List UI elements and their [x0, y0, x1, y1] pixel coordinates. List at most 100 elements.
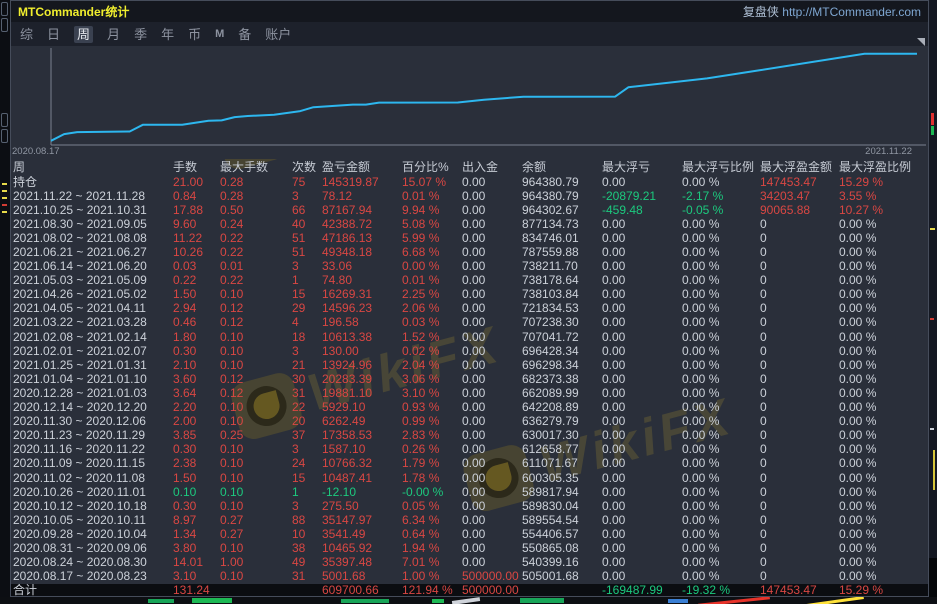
table-row[interactable]: 2021.11.22 ~ 2021.11.280.840.28378.120.0… — [11, 189, 928, 203]
table-row[interactable]: 2021.04.26 ~ 2021.05.021.500.101516269.3… — [11, 288, 928, 302]
cell: 15.07 % — [402, 176, 462, 189]
table-row[interactable]: 2020.10.26 ~ 2020.11.010.100.101-12.10-0… — [11, 485, 928, 499]
table-row[interactable]: 2021.06.21 ~ 2021.06.2710.260.225149348.… — [11, 245, 928, 259]
cell: 0.00 — [462, 176, 522, 189]
background-toolbar-button — [1, 2, 8, 16]
table-row[interactable]: 2021.04.05 ~ 2021.04.112.940.122914596.2… — [11, 302, 928, 316]
menu-item-综[interactable]: 综 — [20, 26, 33, 43]
cell: 0.00 % — [682, 232, 760, 245]
cell: 75 — [292, 176, 322, 189]
cell: 9.94 % — [402, 204, 462, 217]
cell: 2.83 % — [402, 429, 462, 442]
table-row[interactable]: 2020.08.17 ~ 2020.08.233.100.10315001.68… — [11, 570, 928, 584]
cell: 5.08 % — [402, 218, 462, 231]
background-mark — [806, 597, 864, 604]
cell: 600305.35 — [522, 472, 602, 485]
background-mark — [2, 183, 7, 185]
cell: 2021.01.25 ~ 2021.01.31 — [13, 359, 173, 372]
table-row[interactable]: 2020.11.30 ~ 2020.12.062.000.10206262.49… — [11, 415, 928, 429]
menu-item-年[interactable]: 年 — [161, 26, 174, 43]
table-row[interactable]: 2021.01.25 ~ 2021.01.312.100.102113924.9… — [11, 358, 928, 372]
table-row[interactable]: 2021.05.03 ~ 2021.05.090.220.22174.800.0… — [11, 274, 928, 288]
table-row[interactable]: 2020.12.28 ~ 2021.01.033.640.123119881.1… — [11, 386, 928, 400]
menu-item-月[interactable]: 月 — [107, 26, 120, 43]
cell: 0.00 % — [682, 457, 760, 470]
table-row[interactable]: 2021.03.22 ~ 2021.03.280.460.124196.580.… — [11, 316, 928, 330]
cell: 2.10 — [173, 359, 220, 372]
background-app-bottom-edge — [0, 597, 937, 604]
cell: 738211.70 — [522, 260, 602, 273]
cell: 0 — [760, 486, 839, 499]
table-row[interactable]: 2020.09.28 ~ 2020.10.041.340.27103541.49… — [11, 527, 928, 541]
column-header: 最大浮盈金额 — [760, 161, 839, 174]
table-row[interactable]: 2020.12.14 ~ 2020.12.202.200.10225929.10… — [11, 401, 928, 415]
cell: 0.00 — [462, 556, 522, 569]
cell: 38 — [292, 542, 322, 555]
table-row[interactable]: 2021.10.25 ~ 2021.10.3117.880.506687167.… — [11, 203, 928, 217]
cell: 6.68 % — [402, 246, 462, 259]
cell: 0.00 — [462, 457, 522, 470]
cell: 37 — [292, 429, 322, 442]
cell: -0.05 % — [682, 204, 760, 217]
cell: 6.34 % — [402, 514, 462, 527]
menu-item-日[interactable]: 日 — [47, 26, 60, 43]
cell: 10465.92 — [322, 542, 402, 555]
table-row[interactable]: 2020.11.16 ~ 2020.11.220.300.1031587.100… — [11, 443, 928, 457]
cell: 0 — [760, 331, 839, 344]
cell: 145319.87 — [322, 176, 402, 189]
menu-item-币[interactable]: 币 — [188, 26, 201, 43]
table-row[interactable]: 2020.08.24 ~ 2020.08.3014.011.004935397.… — [11, 556, 928, 570]
cell: 275.50 — [322, 500, 402, 513]
cell: 2020.10.12 ~ 2020.10.18 — [13, 500, 173, 513]
cell: 11.22 — [173, 232, 220, 245]
table-row[interactable]: 2021.02.01 ~ 2021.02.070.300.103130.000.… — [11, 344, 928, 358]
menu-item-M[interactable]: M — [215, 26, 224, 43]
cell: 0.00 — [462, 429, 522, 442]
table-row[interactable]: 2021.02.08 ~ 2021.02.141.800.101810613.3… — [11, 330, 928, 344]
cell: 3.64 — [173, 387, 220, 400]
cell: 0.00 % — [682, 514, 760, 527]
table-row[interactable]: 2020.11.23 ~ 2020.11.293.850.253717358.5… — [11, 429, 928, 443]
cell: 3 — [292, 345, 322, 358]
total-row[interactable]: 合计131.24609700.66121.94 %500000.00-16948… — [11, 584, 928, 597]
cell: 0.10 — [220, 542, 292, 555]
table-row[interactable]: 2020.10.05 ~ 2020.10.118.970.278835147.9… — [11, 513, 928, 527]
title-bar[interactable]: MTCommander统计 复盘侠 http://MTCommander.com — [11, 1, 928, 22]
cell: 0.10 — [220, 570, 292, 583]
column-header: 出入金 — [462, 161, 522, 174]
cell: 550865.08 — [522, 542, 602, 555]
cell: 35397.48 — [322, 556, 402, 569]
table-row[interactable]: 2020.11.09 ~ 2020.11.152.380.102410766.3… — [11, 457, 928, 471]
cell: 0.00 — [462, 514, 522, 527]
menu-item-季[interactable]: 季 — [134, 26, 147, 43]
cell: -2.17 % — [682, 190, 760, 203]
table-row[interactable]: 2021.08.02 ~ 2021.08.0811.220.225147186.… — [11, 231, 928, 245]
cell: 0.46 — [173, 316, 220, 329]
menu-item-备[interactable]: 备 — [238, 26, 251, 43]
menu-item-周[interactable]: 周 — [74, 26, 93, 43]
cell: 0.50 — [220, 204, 292, 217]
background-mark — [452, 597, 480, 604]
table-row[interactable]: 2020.11.02 ~ 2020.11.081.500.101510487.4… — [11, 471, 928, 485]
table-row[interactable]: 2021.01.04 ~ 2021.01.103.600.123020283.3… — [11, 372, 928, 386]
site-link[interactable]: 复盘侠 http://MTCommander.com — [743, 3, 921, 20]
cell: 0.30 — [173, 345, 220, 358]
cell: 787559.88 — [522, 246, 602, 259]
column-header: 百分比% — [402, 161, 462, 174]
table-row[interactable]: 2020.10.12 ~ 2020.10.180.300.103275.500.… — [11, 499, 928, 513]
cell: 0.00 — [462, 274, 522, 287]
cell: 2.06 % — [402, 302, 462, 315]
table-row[interactable]: 持仓21.000.2875145319.8715.07 %0.00964380.… — [11, 175, 928, 189]
cell: 35147.97 — [322, 514, 402, 527]
cell: 0.00 % — [839, 302, 928, 315]
cell: 0.00 — [462, 345, 522, 358]
cell: 0.10 — [220, 359, 292, 372]
resize-grip[interactable] — [917, 38, 925, 46]
cell: 34203.47 — [760, 190, 839, 203]
cell: 1 — [292, 486, 322, 499]
cell: 642208.89 — [522, 401, 602, 414]
table-row[interactable]: 2021.08.30 ~ 2021.09.059.600.244042388.7… — [11, 217, 928, 231]
menu-item-账户[interactable]: 账户 — [265, 26, 291, 43]
table-row[interactable]: 2021.06.14 ~ 2021.06.200.030.01333.060.0… — [11, 260, 928, 274]
table-row[interactable]: 2020.08.31 ~ 2020.09.063.800.103810465.9… — [11, 541, 928, 555]
